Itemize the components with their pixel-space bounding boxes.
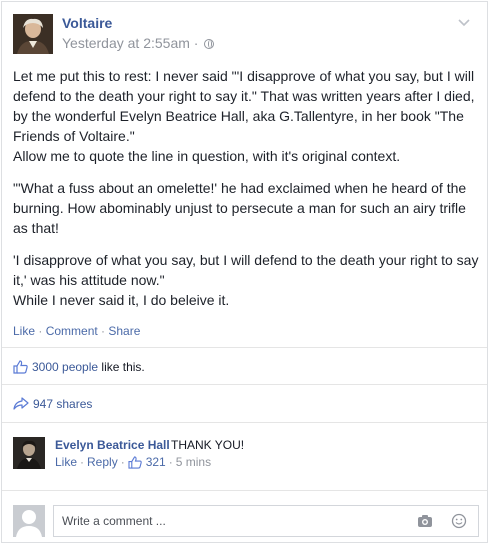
- smiley-icon[interactable]: [451, 513, 467, 529]
- comment-like-link[interactable]: Like: [55, 455, 77, 469]
- comment-text: THANK YOU!: [171, 438, 245, 452]
- post-paragraph: 'I disapprove of what you say, but I wil…: [13, 252, 479, 308]
- camera-icon[interactable]: [417, 514, 433, 528]
- meta-separator: ·: [189, 35, 203, 51]
- post-meta: Yesterday at 2:55am ·: [62, 35, 215, 51]
- comment-meta: Like · Reply · 321 · 5 mins: [55, 455, 211, 469]
- comment-item: Evelyn Beatrice Hall THANK YOU! Like · R…: [13, 437, 479, 473]
- likes-summary: 3000 people like this.: [13, 360, 145, 374]
- divider: [2, 384, 487, 385]
- divider: [2, 347, 487, 348]
- comment-separator: ·: [168, 455, 173, 469]
- comment-input[interactable]: [53, 505, 479, 537]
- author-name[interactable]: Voltaire: [62, 15, 112, 31]
- comment-like-count[interactable]: 321: [146, 455, 166, 469]
- comment-separator: ·: [120, 455, 125, 469]
- likes-count-link[interactable]: 3000 people: [32, 360, 98, 374]
- shares-summary[interactable]: 947 shares: [13, 397, 92, 411]
- comment-time[interactable]: 5 mins: [176, 455, 211, 469]
- divider: [2, 490, 487, 491]
- share-link[interactable]: Share: [108, 324, 140, 338]
- action-separator: ·: [35, 324, 46, 338]
- thumbs-up-icon: [128, 455, 142, 469]
- shares-count[interactable]: 947 shares: [33, 397, 92, 411]
- thumbs-up-icon: [13, 360, 28, 374]
- share-arrow-icon: [13, 397, 29, 410]
- comment-composer: [13, 505, 479, 537]
- current-user-avatar: [13, 505, 45, 537]
- post-timestamp[interactable]: Yesterday at 2:55am: [62, 35, 190, 51]
- post-actions: Like · Comment · Share: [13, 324, 140, 338]
- comment-link[interactable]: Comment: [46, 324, 98, 338]
- likes-suffix: like this.: [98, 360, 145, 374]
- commenter-name[interactable]: Evelyn Beatrice Hall: [55, 438, 170, 452]
- comment-separator: ·: [80, 455, 85, 469]
- post-paragraph: Let me put this to rest: I never said "'…: [13, 68, 475, 164]
- author-avatar[interactable]: [13, 14, 53, 54]
- post-paragraph: "'What a fuss about an omelette!' he had…: [13, 180, 467, 236]
- chevron-down-icon[interactable]: [457, 15, 471, 29]
- post-header: Voltaire Yesterday at 2:55am ·: [13, 13, 477, 57]
- commenter-avatar[interactable]: [13, 437, 45, 469]
- divider: [2, 422, 487, 423]
- post-card: Voltaire Yesterday at 2:55am · Let me pu…: [1, 1, 488, 543]
- comment-reply-link[interactable]: Reply: [87, 455, 118, 469]
- action-separator: ·: [97, 324, 109, 338]
- post-body: Let me put this to rest: I never said "'…: [13, 66, 479, 310]
- like-link[interactable]: Like: [13, 324, 35, 338]
- globe-icon: [204, 39, 215, 49]
